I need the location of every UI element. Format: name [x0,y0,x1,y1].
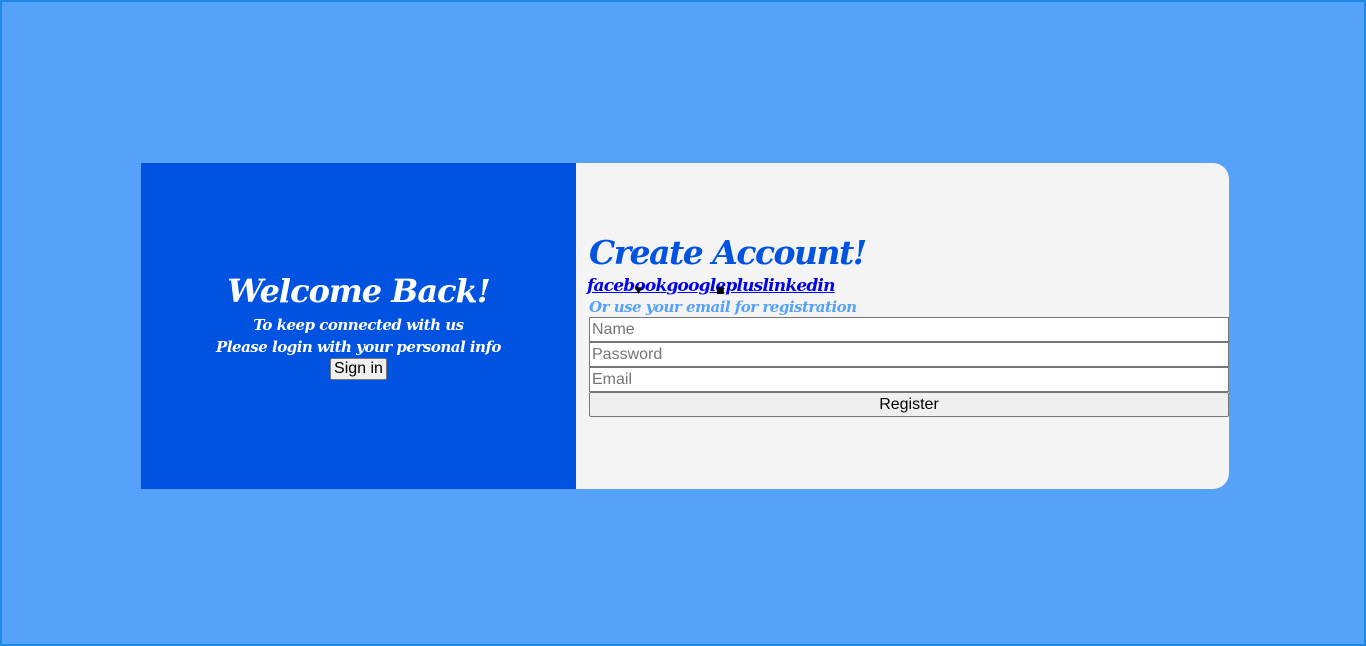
email-input[interactable] [589,367,1229,392]
auth-card: Welcome Back! To keep connected with us … [141,163,1229,489]
googleplus-link[interactable]: googleplus [666,276,763,296]
welcome-title: Welcome Back! [227,272,491,310]
welcome-line-1: To keep connected with us [253,316,464,334]
social-links: facebookgooglepluslinkedin ▼ ■ [587,275,1229,297]
name-input[interactable] [589,317,1229,342]
welcome-panel: Welcome Back! To keep connected with us … [141,163,576,489]
register-form: Create Account! facebookgooglepluslinked… [587,231,1229,417]
facebook-icon: ▼ [635,286,642,296]
register-button[interactable]: Register [589,392,1229,417]
password-input[interactable] [589,342,1229,367]
googleplus-icon: ■ [716,286,724,296]
create-account-title: Create Account! [589,233,867,272]
facebook-link[interactable]: facebook [587,276,667,296]
registration-note: Or use your email for registration [589,298,857,316]
linkedin-link[interactable]: linkedin [762,276,835,296]
welcome-line-2: Please login with your personal info [216,338,501,356]
sign-in-button[interactable]: Sign in [330,358,387,380]
register-panel: Create Account! facebookgooglepluslinked… [576,163,1229,489]
